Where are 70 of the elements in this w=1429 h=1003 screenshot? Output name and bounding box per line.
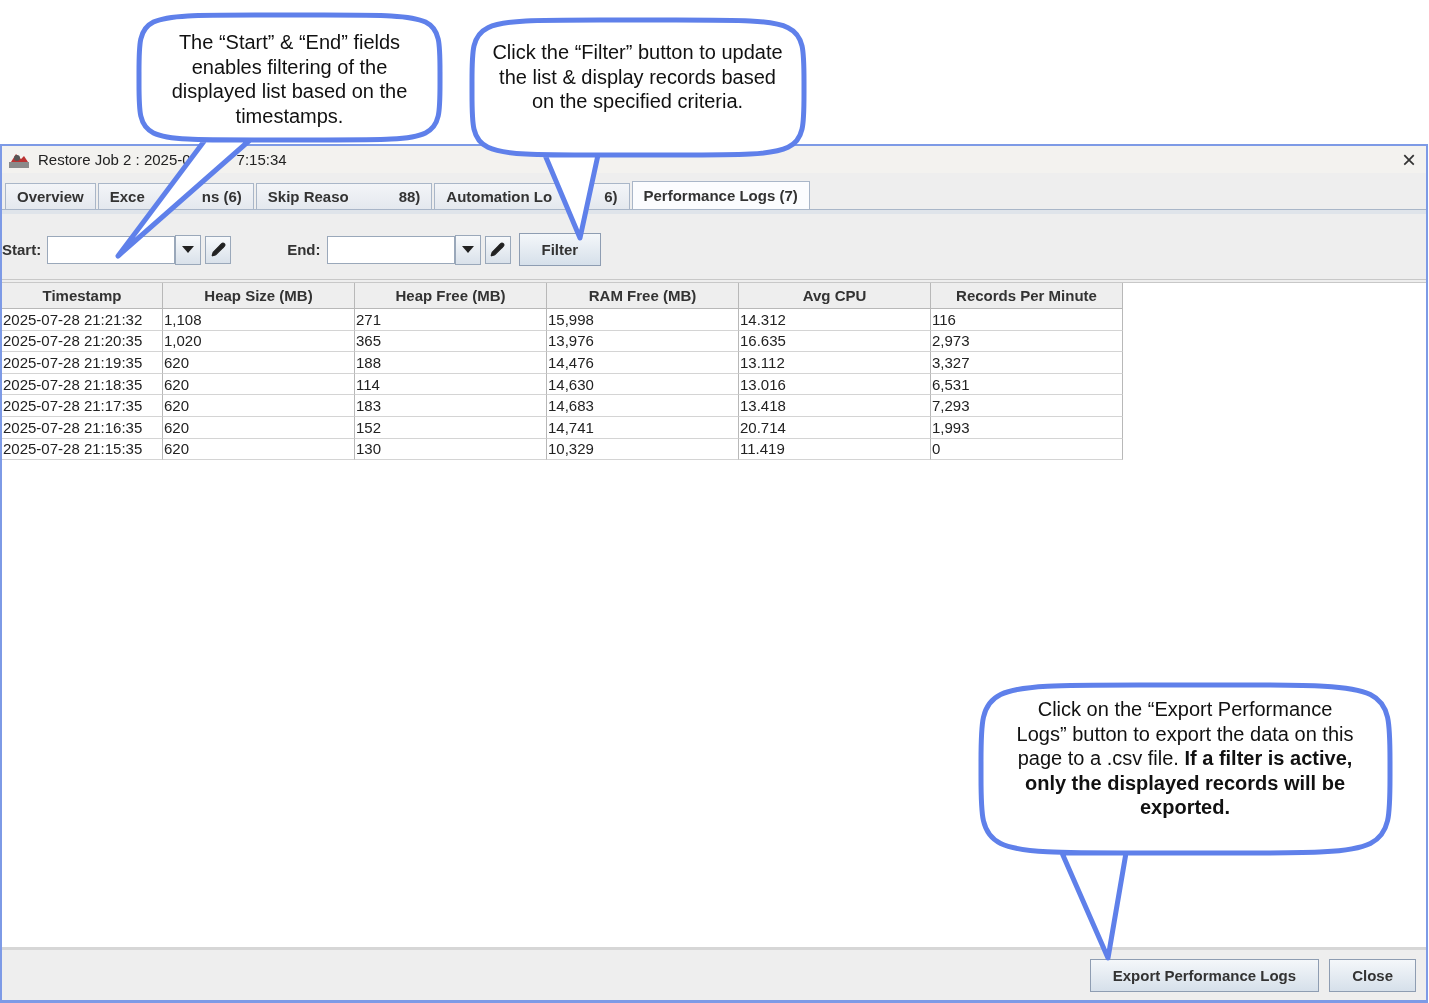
- table-cell: 2,973: [931, 330, 1123, 353]
- column-header[interactable]: Avg CPU: [739, 283, 931, 309]
- table-cell: 2025-07-28 21:19:35: [2, 352, 163, 374]
- start-date-field[interactable]: [47, 235, 176, 264]
- table-cell: 620: [163, 438, 355, 461]
- pencil-button[interactable]: [484, 235, 511, 264]
- table-cell: 10,329: [547, 438, 739, 461]
- callout-text: Click on the “Export Performance Logs” button to export the data on this page to a .csv file. If a filter is active, only the displayed records will be exported.: [1015, 697, 1355, 820]
- table-cell: 7,293: [931, 395, 1123, 417]
- end-label: End:: [287, 241, 321, 258]
- table-cell: 13.418: [739, 395, 931, 417]
- table-cell: 152: [355, 416, 547, 439]
- table-cell: 6,531: [931, 373, 1123, 396]
- close-dialog-button[interactable]: Close: [1329, 958, 1416, 992]
- table-cell: 16.635: [739, 330, 931, 353]
- column-header[interactable]: Heap Size (MB): [163, 283, 355, 309]
- table-cell: 20.714: [739, 416, 931, 439]
- table-cell: 1,020: [163, 330, 355, 353]
- table-cell: 15,998: [547, 309, 739, 331]
- column-header[interactable]: RAM Free (MB): [547, 283, 739, 309]
- pencil-icon: [490, 242, 505, 257]
- column-header[interactable]: Timestamp: [2, 283, 163, 309]
- table-cell: 2025-07-28 21:16:35: [2, 416, 163, 439]
- table-cell: 114: [355, 373, 547, 396]
- table-cell: 2025-07-28 21:21:32: [2, 309, 163, 331]
- caret-icon: [461, 246, 474, 253]
- tab[interactable]: Skip Reaso 88): [255, 183, 433, 209]
- tab[interactable]: Overview: [5, 183, 96, 209]
- filter-button[interactable]: Filter: [518, 233, 602, 266]
- table-cell: 3,327: [931, 352, 1123, 374]
- export-button[interactable]: Export Performance Logs: [1089, 958, 1320, 992]
- table-cell: 271: [355, 309, 547, 331]
- table-cell: 188: [355, 352, 547, 374]
- table-cell: 14,683: [547, 395, 739, 417]
- close-button[interactable]: ×: [1398, 149, 1420, 170]
- start-label: Start:: [2, 241, 42, 258]
- dropdown-button[interactable]: [454, 234, 481, 265]
- pencil-button[interactable]: [205, 235, 232, 264]
- table-cell: 620: [163, 352, 355, 374]
- table-cell: 365: [355, 330, 547, 353]
- table-cell: 13,976: [547, 330, 739, 353]
- pencil-icon: [210, 242, 226, 257]
- table-cell: 2025-07-28 21:18:35: [2, 373, 163, 396]
- table-cell: 130: [355, 438, 547, 461]
- tab[interactable]: Performance Logs (7): [631, 181, 810, 209]
- table-cell: 13.112: [739, 352, 931, 374]
- table-cell: 14.312: [739, 309, 931, 331]
- table-cell: 620: [163, 373, 355, 396]
- table-cell: 13.016: [739, 373, 931, 396]
- callout-text: The “Start” & “End” fields enables filtering of the displayed list based on the timestamps.: [170, 30, 409, 128]
- caret-icon: [182, 246, 195, 253]
- table-cell: 620: [163, 395, 355, 417]
- table-cell: 183: [355, 395, 547, 417]
- table-cell: 14,630: [547, 373, 739, 396]
- table-cell: 2025-07-28 21:20:35: [2, 330, 163, 353]
- table-cell: 1,993: [931, 416, 1123, 439]
- callout-text: Click the “Filter” button to update the list & display records based on the specified criteria.: [491, 40, 784, 114]
- dropdown-button[interactable]: [175, 234, 202, 265]
- table-cell: 620: [163, 416, 355, 439]
- column-header[interactable]: Records Per Minute: [931, 283, 1123, 309]
- end-date-field[interactable]: [326, 235, 455, 264]
- table-cell: 2025-07-28 21:17:35: [2, 395, 163, 417]
- table-cell: 11.419: [739, 438, 931, 461]
- table-cell: 14,476: [547, 352, 739, 374]
- table-cell: 1,108: [163, 309, 355, 331]
- table-cell: 0: [931, 438, 1123, 461]
- table-cell: 14,741: [547, 416, 739, 439]
- column-header[interactable]: Heap Free (MB): [355, 283, 547, 309]
- table-cell: 116: [931, 309, 1123, 331]
- table-cell: 2025-07-28 21:15:35: [2, 438, 163, 461]
